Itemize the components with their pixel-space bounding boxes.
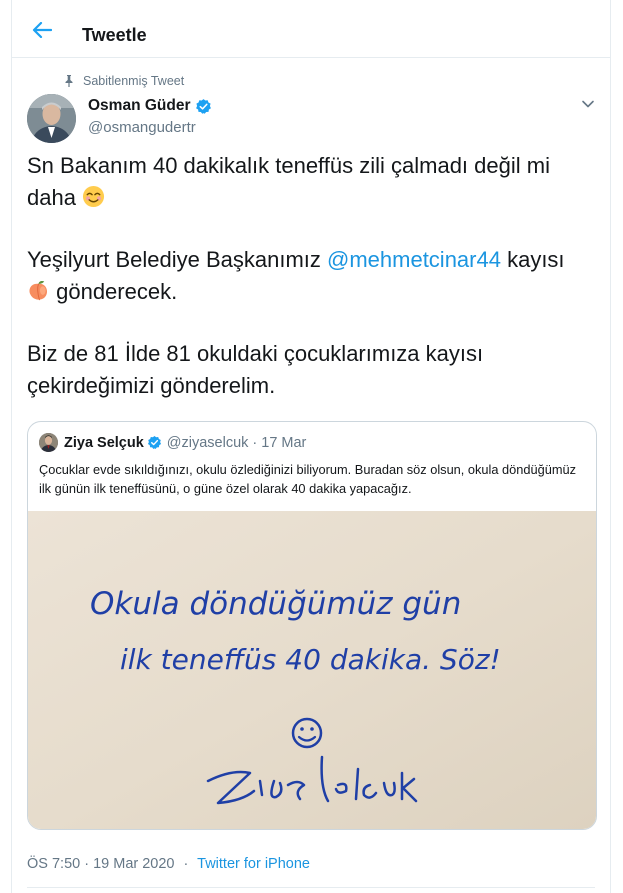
quoted-author-handle[interactable]: @ziyaselcuk — [167, 435, 249, 451]
tweet-paragraph-1: Sn Bakanım 40 dakikalık teneffüs zili ça… — [27, 150, 587, 213]
pinned-indicator: Sabitlenmiş Tweet — [64, 74, 184, 88]
page-title: Tweetle — [82, 25, 147, 45]
quoted-tweet-header: Ziya Selçuk @ziyaselcuk · 17 Mar — [39, 433, 306, 452]
tweet-paragraph-2: Yeşilyurt Belediye Başkanımız @mehmetcin… — [27, 244, 587, 307]
author-name[interactable]: Osman Güder — [88, 97, 191, 115]
author-handle[interactable]: @osmangudertr — [88, 119, 196, 136]
tweet-source-link[interactable]: Twitter for iPhone — [197, 856, 310, 872]
verified-badge-icon — [147, 435, 161, 449]
quoted-avatar-photo — [39, 433, 58, 452]
quoted-author-name[interactable]: Ziya Selçuk — [64, 435, 144, 451]
paragraph-2-suffix: gönderecek. — [50, 278, 178, 304]
paragraph-2-prefix: Yeşilyurt Belediye Başkanımız — [27, 247, 327, 272]
verified-badge-icon — [195, 98, 211, 114]
paragraph-3-text: Biz de 81 İlde 81 okuldaki çocuklarımıza… — [27, 341, 484, 398]
handwriting-line-1: Okula döndüğümüz gün — [90, 586, 461, 622]
quoted-tweet[interactable]: Ziya Selçuk @ziyaselcuk · 17 Mar Çocukla… — [27, 421, 597, 830]
arrow-left-icon[interactable] — [32, 22, 52, 38]
chevron-down-icon[interactable] — [581, 97, 595, 111]
meta-separator: · — [183, 856, 189, 872]
avatar[interactable] — [27, 94, 76, 143]
tweet-paragraph-3: Biz de 81 İlde 81 okuldaki çocuklarımıza… — [27, 338, 587, 401]
author-name-row[interactable]: Osman Güder — [88, 97, 212, 115]
divider — [27, 887, 595, 888]
header-bar: Tweetle — [12, 0, 610, 58]
quoted-avatar[interactable] — [39, 433, 58, 452]
smiling-face-emoji-icon — [83, 185, 105, 207]
tweet-text: Sn Bakanım 40 dakikalık teneffüs zili ça… — [27, 150, 587, 432]
tweet-timestamp[interactable]: ÖS 7:50 · 19 Mar 2020 — [27, 856, 175, 872]
tweet-meta: ÖS 7:50 · 19 Mar 2020 · Twitter for iPho… — [27, 856, 310, 872]
tweet-page: Tweetle Sabitlenmiş Tweet Osman Güder @o… — [11, 0, 611, 893]
pinned-label: Sabitlenmiş Tweet — [83, 74, 185, 88]
quoted-tweet-image[interactable]: Okula döndüğümüz gün ilk teneffüs 40 dak… — [28, 511, 596, 829]
quoted-separator: · — [252, 434, 258, 451]
pin-icon — [65, 75, 73, 87]
quoted-tweet-text: Çocuklar evde sıkıldığınızı, okulu özled… — [39, 462, 577, 496]
mention-link[interactable]: @mehmetcinar44 — [327, 247, 501, 272]
paragraph-2-mid: kayısı — [500, 247, 565, 272]
quoted-date[interactable]: 17 Mar — [261, 435, 306, 451]
handwriting-line-2: ilk teneffüs 40 dakika. Söz! — [120, 643, 501, 676]
paragraph-1-text: Sn Bakanım 40 dakikalık teneffüs zili ça… — [27, 153, 550, 210]
peach-emoji-icon — [29, 280, 48, 300]
avatar-photo — [27, 94, 76, 143]
